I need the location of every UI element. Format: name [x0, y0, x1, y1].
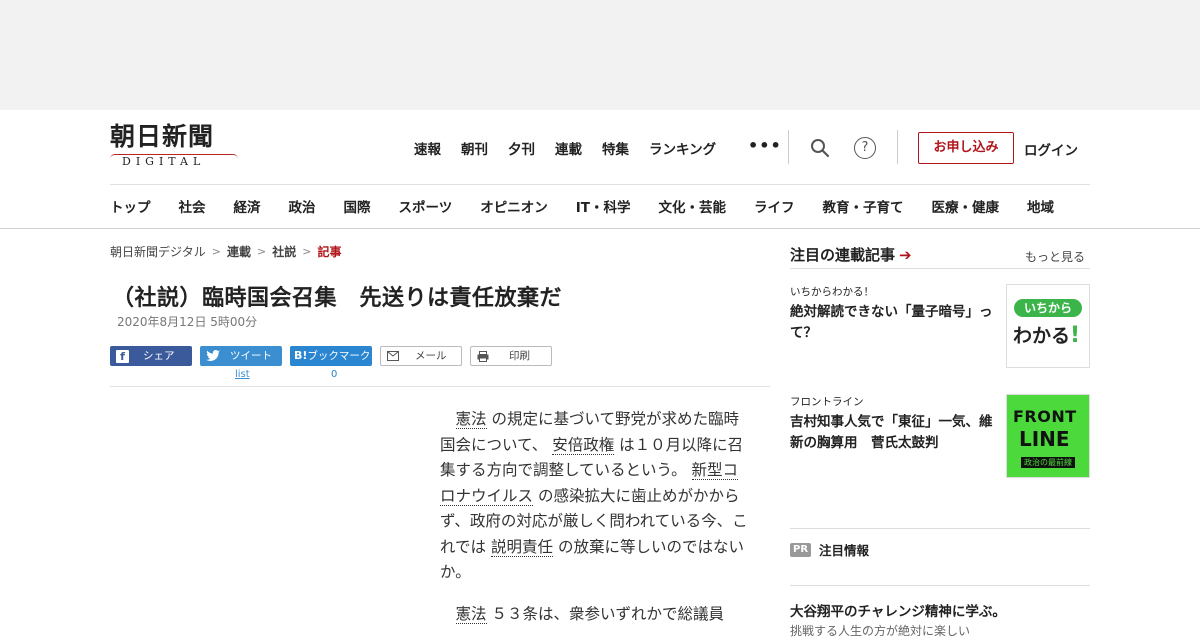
article-date: 2020年8月12日 5時00分	[117, 315, 258, 329]
card-kicker: フロントライン	[790, 396, 864, 408]
article-body: 憲法 の規定に基づいて野党が求めた臨時国会について、 安倍政権 は１０月以降に召…	[440, 407, 752, 643]
keyword-link[interactable]: 憲法	[455, 410, 487, 429]
pr-article-title[interactable]: 大谷翔平のチャレンジ精神に学ぶ。	[790, 600, 1006, 620]
cat-opinion[interactable]: オピニオン	[480, 196, 548, 216]
paragraph-text: の放棄に等しいのではないか。	[440, 537, 744, 582]
header-rule	[110, 184, 1090, 185]
cat-life[interactable]: ライフ	[754, 196, 795, 216]
cat-society[interactable]: 社会	[179, 196, 206, 216]
nav-sokuho[interactable]: 速報	[414, 138, 441, 158]
mail-share-button[interactable]: メール	[380, 346, 462, 366]
thumb-main-label: LINE	[1019, 427, 1070, 451]
arrow-right-icon: ➔	[899, 246, 912, 264]
thumb-top-label: FRONT	[1013, 407, 1077, 426]
cat-top[interactable]: トップ	[110, 196, 151, 216]
keyword-link[interactable]: 憲法	[455, 604, 487, 624]
category-nav: トップ 社会 経済 政治 国際 スポーツ オピニオン IT・科学 文化・芸能 ラ…	[110, 196, 1054, 216]
keyword-link[interactable]: 安倍政権	[552, 435, 615, 455]
facebook-share-button[interactable]: f シェア	[110, 346, 192, 366]
pr-badge: PR	[790, 542, 812, 557]
thumb-top-label: いちから	[1014, 299, 1082, 317]
logo-text: 朝日新聞	[110, 122, 215, 151]
article-divider	[110, 386, 770, 387]
print-label: 印刷	[509, 350, 530, 362]
card-title[interactable]: 絶対解読できない「量子暗号」って？	[790, 302, 998, 344]
ichikara-wakaru-thumbnail[interactable]: いちから わかる!	[1006, 284, 1090, 368]
sidebar-rule	[790, 528, 1090, 529]
mail-label: メール	[415, 350, 447, 362]
sidebar-heading[interactable]: 注目の連載記事 ➔	[790, 244, 912, 265]
cat-culture[interactable]: 文化・芸能	[658, 196, 726, 216]
breadcrumb-separator: >	[302, 245, 312, 258]
article-title: （社説）臨時国会召集 先送りは責任放棄だ	[112, 286, 563, 311]
header-divider	[897, 130, 898, 164]
more-link[interactable]: もっと見る	[1025, 248, 1085, 265]
asahi-digital-logo[interactable]: 朝日新聞 DIGITAL	[110, 124, 240, 168]
nav-yuukan[interactable]: 夕刊	[508, 138, 535, 158]
feature-card[interactable]: フロントライン 吉村知事人気で「東征」一気、維新の胸算用 菅氏太鼓判 FRONT…	[790, 394, 1090, 480]
cat-economy[interactable]: 経済	[234, 196, 261, 216]
breadcrumb-current: 記事	[317, 245, 342, 259]
thumb-main-label: わかる	[1013, 325, 1071, 347]
facebook-share-label: シェア	[143, 350, 175, 362]
frontline-thumbnail[interactable]: FRONT LINE 政治の最前線	[1006, 394, 1090, 478]
sidebar-heading-text: 注目の連載記事	[790, 246, 896, 264]
sidebar-rule	[790, 585, 1090, 586]
article-paragraph: 憲法 の規定に基づいて野党が求めた臨時国会について、 安倍政権 は１０月以降に召…	[440, 407, 752, 586]
sidebar-rule	[790, 268, 1090, 269]
twitter-count-link[interactable]: list	[235, 369, 250, 380]
cat-region[interactable]: 地域	[1027, 196, 1054, 216]
cat-politics[interactable]: 政治	[289, 196, 316, 216]
card-title[interactable]: 吉村知事人気で「東征」一気、維新の胸算用 菅氏太鼓判	[790, 412, 998, 454]
hatena-bookmark-label: ブックマーク	[307, 350, 371, 362]
breadcrumb-separator: >	[211, 245, 221, 258]
pr-header: PR 注目情報	[790, 540, 869, 559]
facebook-icon: f	[116, 349, 129, 363]
cat-education[interactable]: 教育・子育て	[822, 196, 903, 216]
more-menu-icon[interactable]: •••	[748, 136, 782, 155]
breadcrumb-rensai[interactable]: 連載	[227, 243, 251, 260]
print-button[interactable]: 印刷	[470, 346, 552, 366]
nav-rensai[interactable]: 連載	[555, 138, 582, 158]
logo-sub: DIGITAL	[122, 155, 206, 168]
cat-sports[interactable]: スポーツ	[399, 196, 453, 216]
ad-banner-area	[0, 0, 1200, 110]
hatena-count: 0	[331, 369, 338, 380]
breadcrumb-home[interactable]: 朝日新聞デジタル	[110, 243, 206, 260]
breadcrumb-shasetsu[interactable]: 社説	[272, 243, 296, 260]
pr-article-subtitle: 挑戦する人生の方が絶対に楽しい	[790, 624, 971, 638]
top-nav: 速報 朝刊 夕刊 連載 特集 ランキング	[414, 138, 736, 158]
twitter-share-label: ツイート	[230, 350, 272, 362]
mail-icon	[387, 351, 399, 361]
breadcrumb: 朝日新聞デジタル > 連載 > 社説 > 記事	[110, 243, 341, 260]
feature-card[interactable]: いちからわかる！ 絶対解読できない「量子暗号」って？ いちから わかる!	[790, 284, 1090, 370]
hatena-bookmark-button[interactable]: B! ブックマーク	[290, 346, 372, 366]
subscribe-button[interactable]: お申し込み	[918, 132, 1014, 164]
article-paragraph: 憲法 ５３条は、衆参いずれかで総議員	[440, 602, 752, 628]
nav-tokushu[interactable]: 特集	[602, 138, 629, 158]
keyword-link[interactable]: 説明責任	[490, 537, 553, 557]
header-divider	[788, 130, 789, 164]
cat-health[interactable]: 医療・健康	[931, 196, 999, 216]
cat-international[interactable]: 国際	[344, 196, 371, 216]
pr-label: 注目情報	[819, 543, 870, 558]
login-link[interactable]: ログイン	[1024, 139, 1078, 159]
card-kicker: いちからわかる！	[790, 286, 874, 298]
twitter-share-button[interactable]: ツイート	[200, 346, 282, 366]
nav-choukan[interactable]: 朝刊	[461, 138, 488, 158]
help-icon[interactable]: ?	[854, 137, 876, 159]
cat-it-science[interactable]: IT・科学	[576, 196, 631, 216]
thumb-sub-label: 政治の最前線	[1021, 457, 1075, 468]
twitter-icon	[206, 350, 220, 362]
breadcrumb-separator: >	[257, 245, 267, 258]
search-icon[interactable]	[810, 138, 830, 158]
nav-ranking[interactable]: ランキング	[649, 138, 716, 158]
paragraph-text: ５３条は、衆参いずれかで総議員	[491, 604, 724, 623]
print-icon	[477, 350, 489, 362]
thumb-main-wrap: わかる!	[1013, 321, 1080, 348]
thumb-mark: !	[1070, 323, 1081, 348]
hatena-icon: B!	[294, 349, 308, 362]
site-header: 朝日新聞 DIGITAL 速報 朝刊 夕刊 連載 特集 ランキング ••• ? …	[0, 110, 1200, 229]
